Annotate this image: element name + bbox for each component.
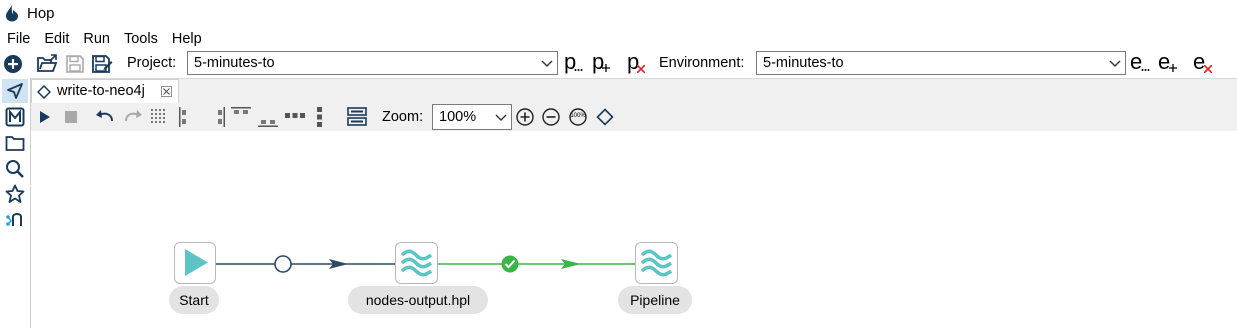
puzzle-star-icon	[5, 184, 25, 203]
workflow-diamond-icon	[37, 85, 51, 99]
plus-icon	[602, 64, 610, 72]
stop-icon[interactable]	[65, 111, 77, 123]
plus-icon	[1169, 64, 1177, 72]
workflow-canvas[interactable]: Start nodes-output.hpl Pipeline	[31, 131, 1237, 328]
metadata-perspective[interactable]	[2, 105, 28, 129]
tab-label: write-to-neo4j	[57, 83, 145, 99]
zoom-100-button[interactable]: 100%	[569, 108, 587, 126]
menu-help[interactable]: Help	[165, 31, 209, 47]
window-title: Hop	[27, 4, 55, 22]
menu-run[interactable]: Run	[76, 31, 117, 47]
distribute-horizontal-icon[interactable]	[285, 113, 305, 119]
title-bar: Hop	[0, 0, 1237, 26]
menu-tools[interactable]: Tools	[117, 31, 165, 47]
add-project-button[interactable]: p	[590, 49, 612, 77]
open-file-icon[interactable]	[36, 54, 58, 74]
chevron-down-icon	[1109, 60, 1121, 67]
git-branch-icon	[6, 213, 22, 226]
delete-x-icon	[637, 65, 645, 73]
workflow-toolbar: Zoom: 100% 100%	[31, 103, 1237, 132]
edit-dots-icon	[574, 69, 583, 71]
project-label: Project:	[127, 55, 177, 71]
data-orchestration-perspective[interactable]	[2, 79, 28, 103]
save-as-icon[interactable]	[92, 54, 113, 74]
delete-project-button[interactable]: p	[625, 49, 647, 77]
file-explorer-perspective[interactable]	[2, 131, 28, 155]
zoom-out-icon[interactable]	[542, 108, 560, 126]
edit-environment-button[interactable]: e	[1129, 49, 1151, 77]
tab-write-to-neo4j[interactable]: write-to-neo4j	[31, 79, 179, 103]
save-icon[interactable]	[66, 55, 84, 73]
start-play-icon	[185, 249, 208, 276]
edit-project-button[interactable]: p	[562, 49, 584, 77]
action-label: Pipeline	[618, 286, 692, 314]
action-label: Start	[169, 286, 219, 314]
snap-to-grid-icon[interactable]	[151, 109, 167, 125]
project-select[interactable]: 5-minutes-to	[187, 51, 558, 75]
action-nodes-output[interactable]	[395, 242, 438, 284]
pipeline-waves-icon	[640, 249, 673, 277]
perspective-sidebar	[0, 78, 31, 328]
align-top-icon[interactable]	[231, 107, 251, 117]
zoom-select[interactable]: 100%	[432, 104, 512, 130]
main-toolbar: Project: 5-minutes-to p p p Environment:…	[0, 49, 1237, 79]
git-perspective[interactable]	[2, 207, 28, 231]
new-file-icon[interactable]	[3, 54, 23, 74]
environment-select[interactable]: 5-minutes-to	[756, 51, 1126, 75]
add-environment-button[interactable]: e	[1157, 49, 1179, 77]
action-label: nodes-output.hpl	[348, 286, 488, 314]
metadata-m-icon	[5, 107, 25, 127]
redo-icon[interactable]	[123, 109, 143, 123]
menu-bar: File Edit Run Tools Help	[0, 28, 209, 50]
align-right-icon[interactable]	[215, 107, 225, 127]
plugins-perspective[interactable]	[2, 182, 28, 206]
pipeline-waves-icon	[400, 249, 433, 277]
tab-strip: write-to-neo4j	[31, 79, 1237, 103]
folder-icon	[5, 136, 25, 151]
undo-icon[interactable]	[95, 109, 115, 123]
search-icon	[6, 160, 24, 178]
zoom-select-value: 100%	[439, 109, 477, 125]
run-play-icon[interactable]	[39, 111, 51, 123]
delete-x-icon	[1204, 65, 1212, 73]
zoom-fit-icon[interactable]	[596, 108, 614, 126]
environment-select-value: 5-minutes-to	[763, 55, 844, 71]
action-pipeline[interactable]	[635, 242, 678, 284]
align-left-icon[interactable]	[179, 107, 189, 127]
unconditional-hop-icon	[274, 255, 292, 273]
workflow-properties-icon[interactable]	[347, 107, 367, 127]
project-select-value: 5-minutes-to	[194, 55, 275, 71]
zoom-in-icon[interactable]	[516, 108, 534, 126]
search-perspective[interactable]	[2, 157, 28, 181]
close-icon[interactable]	[161, 86, 172, 97]
delete-environment-button[interactable]: e	[1192, 49, 1214, 77]
hop-logo-icon	[6, 5, 18, 22]
zoom-label: Zoom:	[382, 109, 424, 125]
hop-nodes-output-to-pipeline[interactable]	[438, 255, 635, 273]
environment-label: Environment:	[659, 55, 745, 71]
distribute-vertical-icon[interactable]	[317, 107, 323, 127]
cursor-arrow-icon	[7, 83, 23, 99]
zoom-100-label: 100%	[570, 113, 586, 119]
edit-dots-icon	[1141, 69, 1150, 71]
menu-edit[interactable]: Edit	[37, 31, 76, 47]
hop-start-to-nodes-output[interactable]	[216, 255, 395, 273]
chevron-down-icon	[541, 60, 553, 67]
align-bottom-icon[interactable]	[258, 117, 278, 127]
action-start[interactable]	[174, 242, 216, 284]
menu-file[interactable]: File	[0, 31, 37, 47]
chevron-down-icon	[495, 114, 507, 121]
